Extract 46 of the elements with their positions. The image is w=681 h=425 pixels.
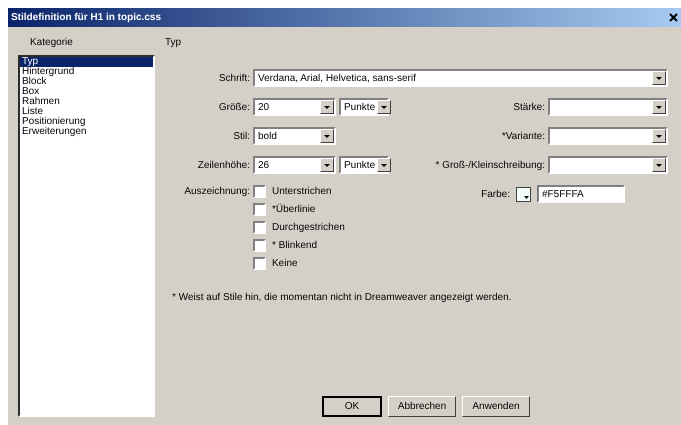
variant-dropdown[interactable] bbox=[548, 127, 668, 145]
checkbox[interactable] bbox=[253, 239, 266, 252]
unit-dropdown[interactable]: Punkte bbox=[339, 156, 389, 174]
field-label: Schrift: bbox=[218, 72, 250, 84]
field-label: Zeilenhöhe: bbox=[198, 160, 250, 170]
panel-heading: Typ bbox=[165, 37, 182, 50]
category-item[interactable]: Block bbox=[20, 77, 153, 87]
checkbox[interactable] bbox=[253, 185, 266, 198]
checkbox-label: Unterstrichen bbox=[272, 186, 332, 197]
color-swatch[interactable] bbox=[516, 186, 531, 202]
case-dropdown[interactable] bbox=[548, 156, 668, 174]
line-height-dropdown[interactable]: 26 bbox=[253, 156, 336, 174]
category-item[interactable]: Liste bbox=[20, 107, 153, 117]
style-dropdown[interactable]: bold bbox=[253, 127, 336, 145]
size-dropdown[interactable]: 20 bbox=[253, 98, 336, 116]
category-item[interactable]: Typ bbox=[20, 57, 153, 67]
field-label: Farbe: bbox=[481, 188, 510, 200]
field-label: * Groß-/Kleinschreibung: bbox=[436, 160, 545, 170]
category-heading: Kategorie bbox=[29, 37, 74, 50]
field-label: Größe: bbox=[218, 102, 250, 112]
field-label: Stil: bbox=[233, 130, 250, 142]
footnote: * Weist auf Stile hin, die momentan nicht in Dreamweaver angezeigt werden. bbox=[172, 292, 512, 303]
font-dropdown[interactable]: Verdana, Arial, Helvetica, sans-serif bbox=[253, 69, 668, 87]
category-item[interactable]: Box bbox=[20, 87, 153, 97]
checkbox-label: * Blinkend bbox=[272, 240, 318, 251]
field-label: Auszeichnung: bbox=[184, 186, 250, 197]
dialog-button[interactable]: Abbrechen bbox=[388, 396, 456, 417]
checkbox-label: *Überlinie bbox=[272, 204, 316, 215]
category-item[interactable]: Positionierung bbox=[20, 117, 153, 127]
close-icon[interactable] bbox=[669, 13, 678, 22]
dialog-button[interactable]: Anwenden bbox=[462, 396, 530, 417]
color-input[interactable]: #F5FFFA bbox=[537, 185, 625, 203]
checkbox[interactable] bbox=[253, 221, 266, 234]
field-label: *Variante: bbox=[502, 130, 545, 142]
checkbox[interactable] bbox=[253, 203, 266, 216]
unit-dropdown[interactable]: Punkte bbox=[339, 98, 389, 116]
field-label: Stärke: bbox=[513, 102, 545, 112]
dialog-button[interactable]: OK bbox=[322, 396, 382, 417]
weight-dropdown[interactable] bbox=[548, 98, 668, 116]
checkbox[interactable] bbox=[253, 257, 266, 270]
window-title: Stildefinition für H1 in topic.css bbox=[11, 12, 162, 23]
checkbox-label: Keine bbox=[272, 258, 298, 269]
category-item[interactable]: Hintergrund bbox=[20, 67, 153, 77]
category-item[interactable]: Erweiterungen bbox=[20, 127, 153, 137]
category-item[interactable]: Rahmen bbox=[20, 97, 153, 107]
checkbox-label: Durchgestrichen bbox=[272, 222, 345, 233]
